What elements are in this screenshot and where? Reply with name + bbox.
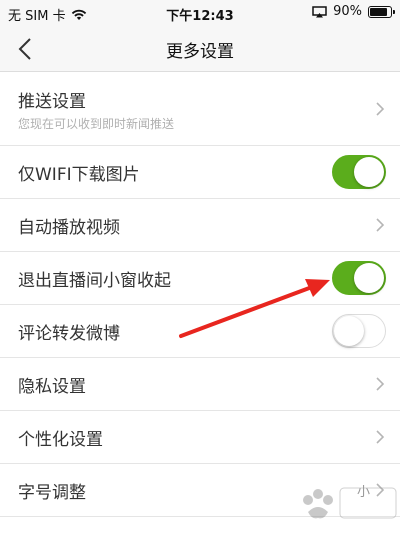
repost-weibo-label: 评论转发微博 [18, 324, 120, 344]
row-wifi-images: 仅WIFI下载图片 [0, 146, 400, 199]
row-live-minimize: 退出直播间小窗收起 [0, 252, 400, 305]
live-minimize-toggle[interactable] [332, 261, 386, 295]
row-push-settings[interactable]: 推送设置 您现在可以收到即时新闻推送 [0, 73, 400, 146]
row-repost-weibo: 评论转发微博 [0, 305, 400, 358]
nav-bar: 更多设置 [0, 26, 400, 72]
repost-weibo-toggle[interactable] [332, 314, 386, 348]
settings-list: 推送设置 您现在可以收到即时新闻推送 仅WIFI下载图片 自动播放视频 退出直播… [0, 73, 400, 517]
live-minimize-label: 退出直播间小窗收起 [18, 271, 171, 291]
status-bar: 无 SIM 卡 下午12:43 90% [0, 0, 400, 26]
settings-screen: 无 SIM 卡 下午12:43 90% 更多设置 推送设置 您现在可以收到即时新… [0, 0, 400, 533]
push-settings-subtitle: 您现在可以收到即时新闻推送 [18, 117, 175, 131]
wifi-images-label: 仅WIFI下载图片 [18, 165, 140, 185]
chevron-right-icon [376, 102, 385, 116]
privacy-settings-label: 隐私设置 [18, 377, 86, 397]
page-title: 更多设置 [166, 42, 234, 62]
battery-percent: 90% [333, 4, 362, 19]
battery-fill [370, 7, 388, 16]
font-size-label: 字号调整 [18, 483, 86, 503]
chevron-right-icon [376, 430, 385, 444]
autoplay-video-label: 自动播放视频 [18, 218, 120, 238]
row-personalize-settings[interactable]: 个性化设置 [0, 411, 400, 464]
battery-icon [368, 5, 395, 18]
status-right: 90% [312, 4, 395, 19]
airplay-icon [312, 5, 327, 17]
toggle-knob [354, 157, 384, 187]
wifi-images-toggle[interactable] [332, 155, 386, 189]
row-privacy-settings[interactable]: 隐私设置 [0, 358, 400, 411]
toggle-knob [334, 316, 364, 346]
row-autoplay-video[interactable]: 自动播放视频 [0, 199, 400, 252]
chevron-right-icon [376, 218, 385, 232]
chevron-right-icon [376, 377, 385, 391]
toggle-knob [354, 263, 384, 293]
push-settings-label: 推送设置 [18, 92, 86, 112]
personalize-settings-label: 个性化设置 [18, 430, 103, 450]
baidu-jingyan-watermark [303, 487, 397, 519]
